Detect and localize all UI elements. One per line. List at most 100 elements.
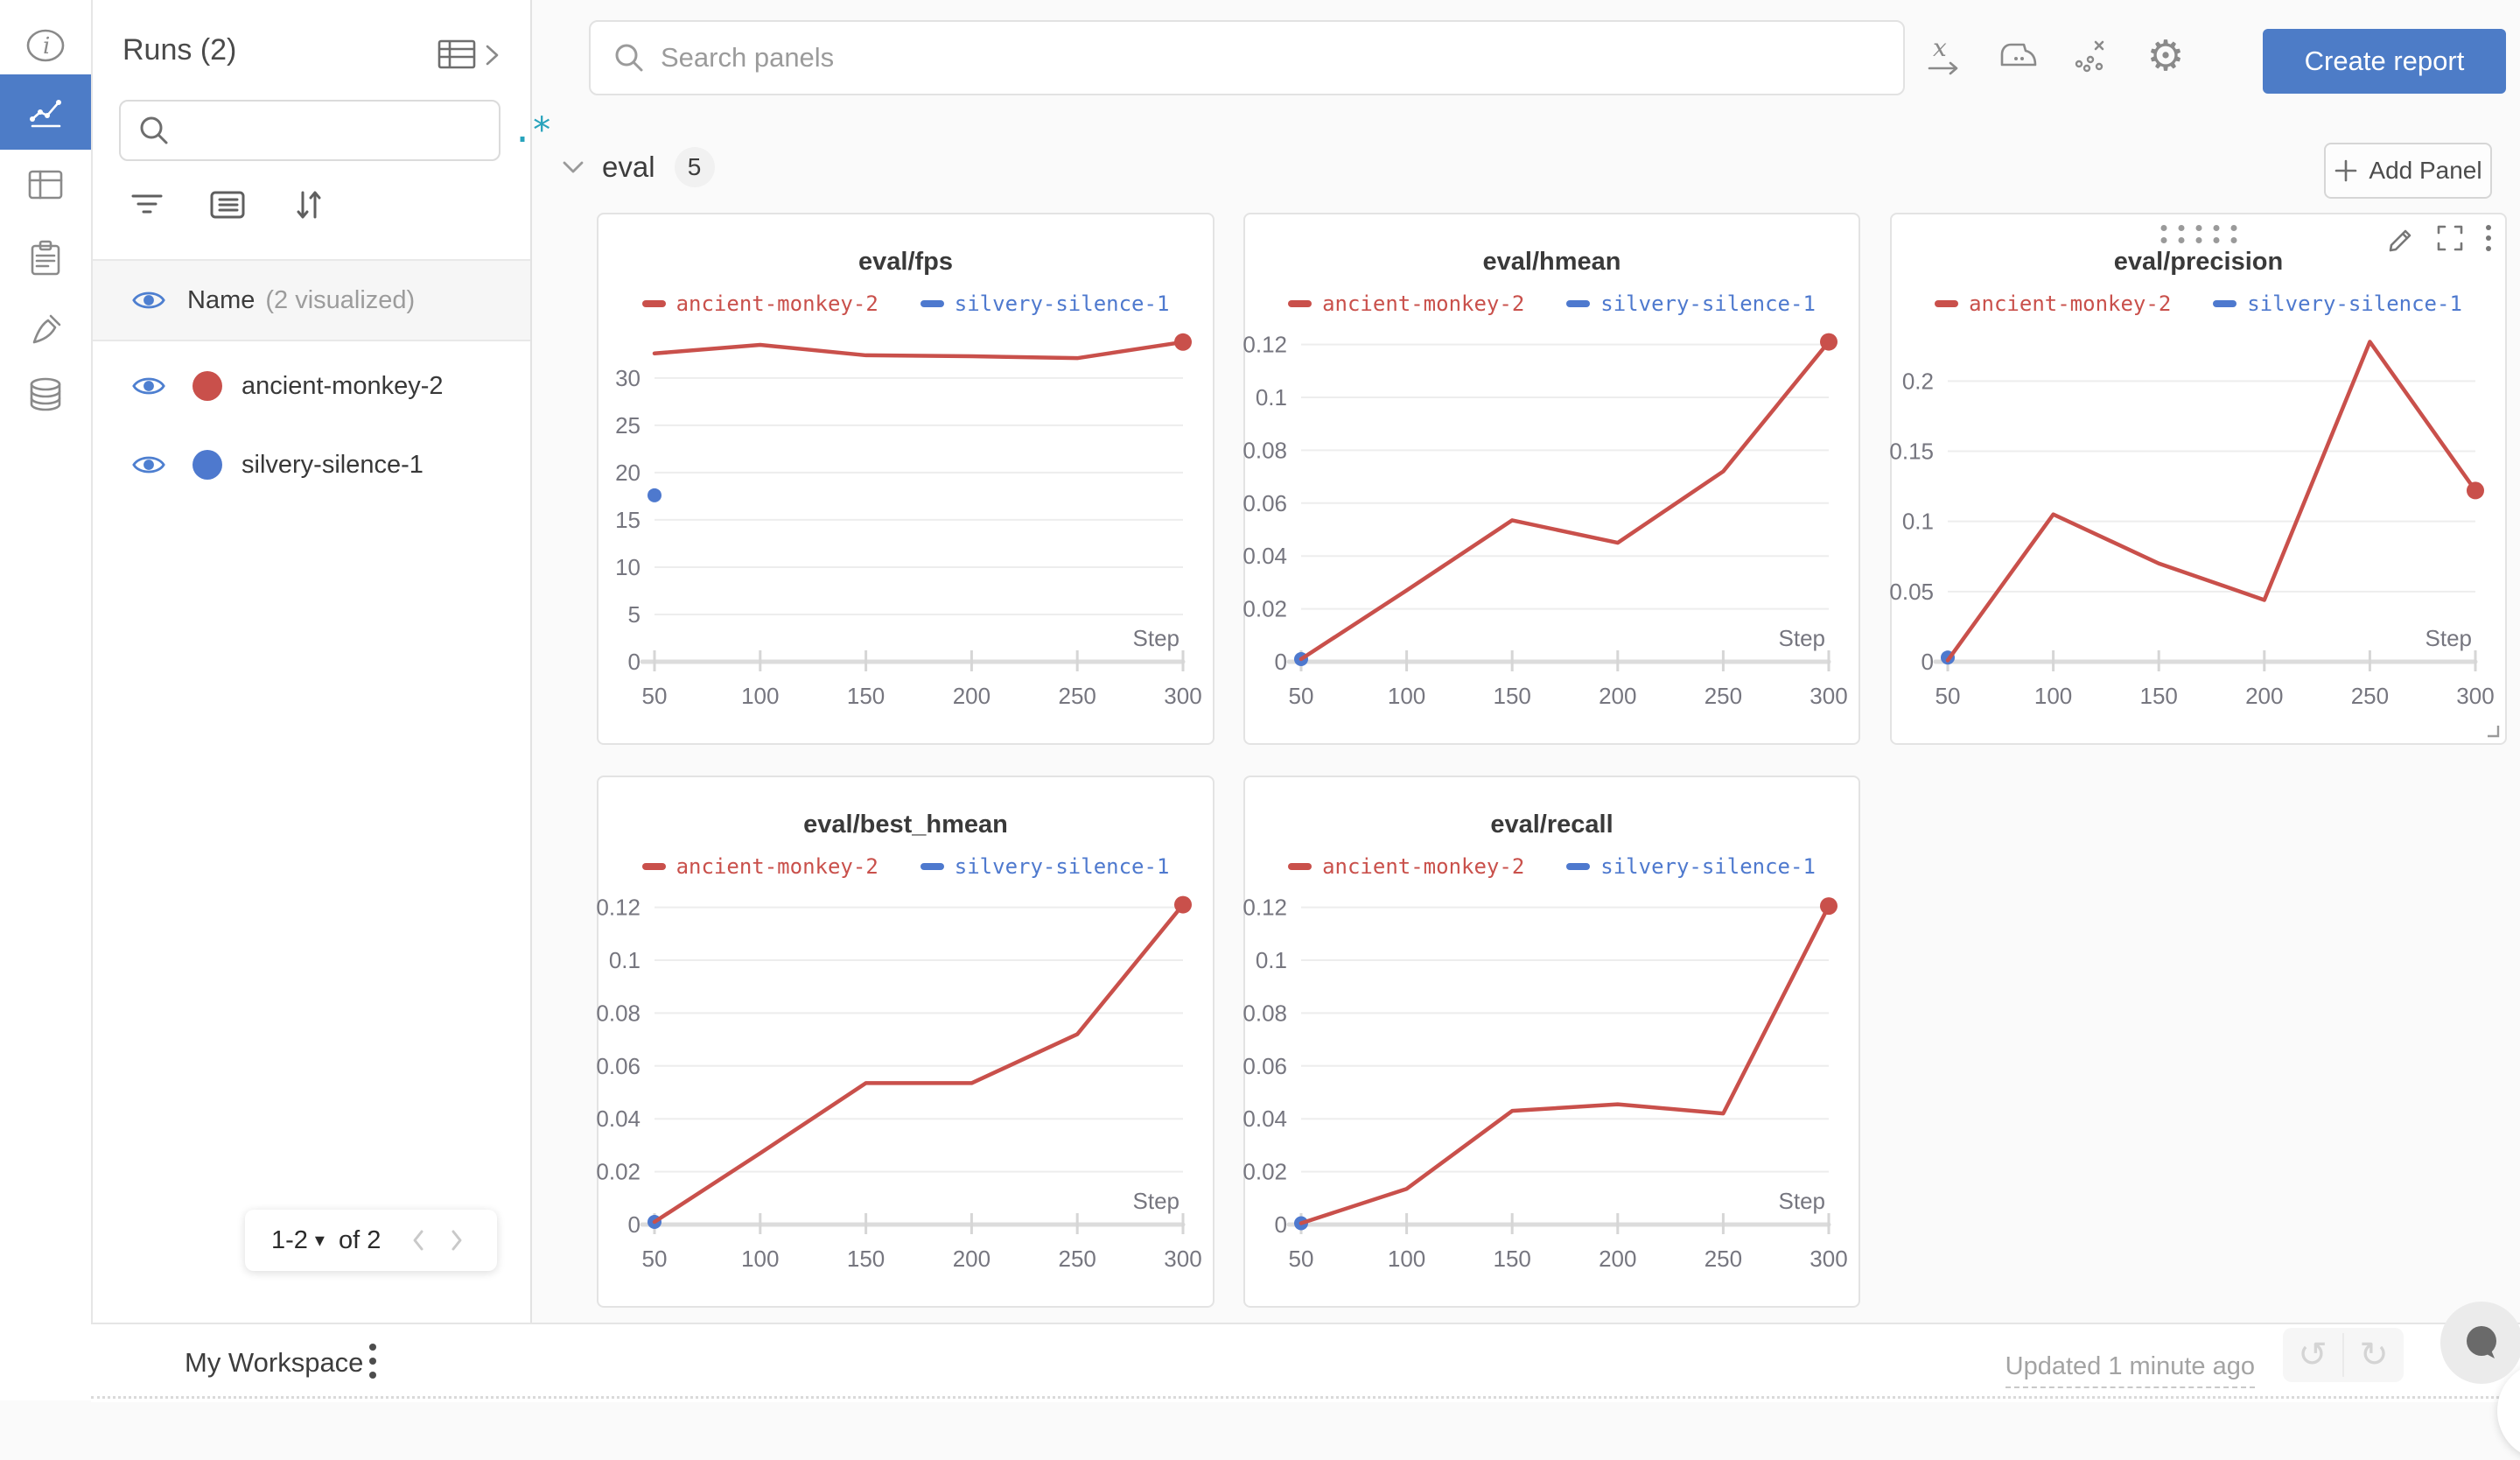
undo-redo-group: ↺ ↻ [2283,1328,2404,1382]
smoothing-iron-icon[interactable] [1995,32,2042,80]
svg-text:0.06: 0.06 [1242,1053,1287,1079]
workspace-title[interactable]: My Workspace [185,1347,363,1379]
workspace-charts-tab[interactable] [0,74,91,150]
legend-label: ancient-monkey-2 [1322,291,1524,316]
visibility-eye-icon[interactable] [130,373,168,399]
svg-text:i: i [43,33,50,60]
runs-pagination: 1-2 ▾ of 2 [245,1210,497,1271]
undo-icon[interactable]: ↺ [2283,1328,2342,1382]
outlier-scatter-icon[interactable] [2068,32,2116,80]
visibility-eye-icon[interactable] [130,287,168,313]
svg-text:0.08: 0.08 [596,1000,640,1026]
pagination-caret-icon[interactable]: ▾ [315,1229,325,1252]
prev-page-chevron-icon[interactable] [410,1227,426,1253]
svg-text:0: 0 [1922,649,1934,675]
x-axis-icon[interactable]: x [1922,32,1969,80]
svg-text:5: 5 [628,601,640,628]
chat-support-button[interactable] [2440,1302,2520,1384]
pagination-of-label: of 2 [339,1226,381,1255]
runs-name-header: Name (2 visualized) [91,259,530,341]
updated-timestamp[interactable]: Updated 1 minute ago [2006,1352,2255,1388]
create-report-button[interactable]: Create report [2263,29,2506,94]
svg-text:0: 0 [628,1211,640,1238]
edit-pencil-icon[interactable] [2386,223,2416,253]
svg-text:0.08: 0.08 [1242,437,1287,463]
legend-swatch [2213,300,2236,307]
svg-text:200: 200 [1599,1246,1636,1272]
pagination-range[interactable]: 1-2 [271,1226,308,1255]
panel-drag-handle[interactable] [2160,225,2236,243]
svg-text:300: 300 [1810,1246,1847,1272]
add-panel-button[interactable]: Add Panel [2324,143,2492,199]
run-row-ancient-monkey-2[interactable]: ancient-monkey-2 [91,347,530,425]
search-panels-input[interactable] [659,41,1903,74]
legend-item: ancient-monkey-2 [642,291,878,316]
svg-text:0.08: 0.08 [1242,1000,1287,1026]
svg-text:0.12: 0.12 [596,895,640,921]
legend-swatch [642,300,666,307]
section-collapse-chevron-icon[interactable] [560,158,586,177]
eval-section-header: eval 5 [560,147,715,187]
panel-eval-hmean: eval/hmean ancient-monkey-2silvery-silen… [1243,213,1860,745]
legend-label: ancient-monkey-2 [676,291,878,316]
sweeps-brush-icon[interactable] [0,293,91,367]
svg-text:0.04: 0.04 [596,1106,640,1132]
run-row-silvery-silence-1[interactable]: silvery-silence-1 [91,425,530,504]
chart-plot[interactable]: 00.020.040.060.080.10.125010015020025030… [598,881,1213,1298]
svg-text:50: 50 [1936,683,1961,709]
sort-icon[interactable] [290,189,327,221]
svg-text:25: 25 [615,412,640,439]
svg-text:Step: Step [2426,625,2473,651]
chart-plot[interactable]: 05101520253050100150200250300Step [598,319,1213,735]
runs-search-input[interactable] [178,101,512,160]
svg-text:10: 10 [615,554,640,580]
runs-table-columns-icon[interactable] [438,39,476,72]
panel-kebab-icon[interactable] [2484,223,2493,253]
settings-gear-icon[interactable]: ⚙ [2142,32,2189,80]
svg-text:0.1: 0.1 [609,947,640,973]
filter-icon[interactable] [130,191,164,219]
run-color-dot [192,450,222,480]
svg-text:Step: Step [1779,1188,1826,1214]
visibility-eye-icon[interactable] [130,452,168,478]
svg-text:50: 50 [1289,683,1314,709]
chart-plot[interactable]: 00.020.040.060.080.10.125010015020025030… [1245,319,1858,735]
svg-text:20: 20 [615,460,640,486]
legend-label: ancient-monkey-2 [676,854,878,879]
runs-table-icon[interactable] [0,148,91,221]
svg-text:0: 0 [628,649,640,675]
legend-item: ancient-monkey-2 [1288,854,1524,879]
legend-item: silvery-silence-1 [1566,854,1816,879]
svg-text:0.1: 0.1 [1256,947,1287,973]
svg-text:200: 200 [2245,683,2283,709]
group-list-icon[interactable] [210,190,245,220]
legend-item: ancient-monkey-2 [642,854,878,879]
svg-text:30: 30 [615,365,640,391]
chart-legend: ancient-monkey-2silvery-silence-1 [598,852,1213,881]
panel-title: eval/hmean [1245,248,1858,277]
chart-plot[interactable]: 00.050.10.150.250100150200250300Step [1892,319,2505,735]
expand-runs-chevron-icon[interactable] [483,39,502,71]
svg-text:0.04: 0.04 [1242,1106,1287,1132]
legend-swatch [920,863,944,870]
info-icon[interactable]: i [0,9,91,82]
artifacts-database-icon[interactable] [0,358,91,432]
chart-plot[interactable]: 00.020.040.060.080.10.125010015020025030… [1245,881,1858,1298]
svg-text:100: 100 [1388,1246,1425,1272]
fullscreen-icon[interactable] [2435,223,2465,253]
chart-legend: ancient-monkey-2 silvery-silence-1 [1245,852,1858,881]
panel-resize-handle[interactable] [2484,722,2500,738]
chat-icon [2459,1320,2504,1365]
next-page-chevron-icon[interactable] [449,1227,465,1253]
run-color-dot [192,371,222,401]
section-title[interactable]: eval [602,151,655,184]
workspace-kebab-icon[interactable] [369,1344,376,1379]
svg-text:200: 200 [1599,683,1636,709]
panel-eval-fps: eval/fps ancient-monkey-2silvery-silence… [597,213,1214,745]
svg-text:0.12: 0.12 [1242,895,1287,921]
svg-text:50: 50 [642,683,668,709]
visualized-count-label: (2 visualized) [265,286,415,315]
redo-icon[interactable]: ↻ [2344,1328,2404,1382]
legend-swatch [1288,300,1312,307]
logs-clipboard-icon[interactable] [0,221,91,295]
